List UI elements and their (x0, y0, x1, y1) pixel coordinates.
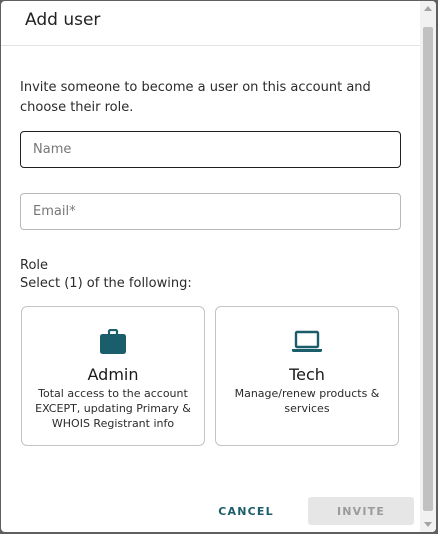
role-name-admin: Admin (87, 365, 139, 384)
role-heading: Role (20, 258, 49, 273)
dialog-header: Add user (1, 1, 420, 46)
dialog-title: Add user (25, 10, 101, 30)
cancel-button[interactable]: CANCEL (206, 497, 286, 525)
scrollbar-thumb[interactable] (423, 27, 433, 511)
laptop-icon (216, 329, 398, 357)
add-user-dialog: Add user Invite someone to become a user… (1, 1, 436, 532)
role-description-admin: Total access to the account EXCEPT, upda… (35, 387, 191, 430)
invite-button[interactable]: INVITE (308, 497, 414, 525)
scrollbar[interactable] (420, 1, 436, 532)
role-description-tech: Manage/renew products & services (234, 387, 380, 415)
scroll-up-arrow-icon[interactable] (424, 6, 432, 11)
briefcase-icon (22, 329, 204, 357)
role-option-admin[interactable]: Admin Total access to the account EXCEPT… (21, 306, 205, 446)
role-instruction: Select (1) of the following: (20, 276, 192, 291)
role-name-tech: Tech (289, 365, 325, 384)
intro-text: Invite someone to become a user on this … (20, 80, 371, 115)
scroll-down-arrow-icon[interactable] (424, 522, 432, 527)
role-option-tech[interactable]: Tech Manage/renew products & services (215, 306, 399, 446)
name-input[interactable] (20, 131, 401, 168)
email-input[interactable] (20, 193, 401, 230)
